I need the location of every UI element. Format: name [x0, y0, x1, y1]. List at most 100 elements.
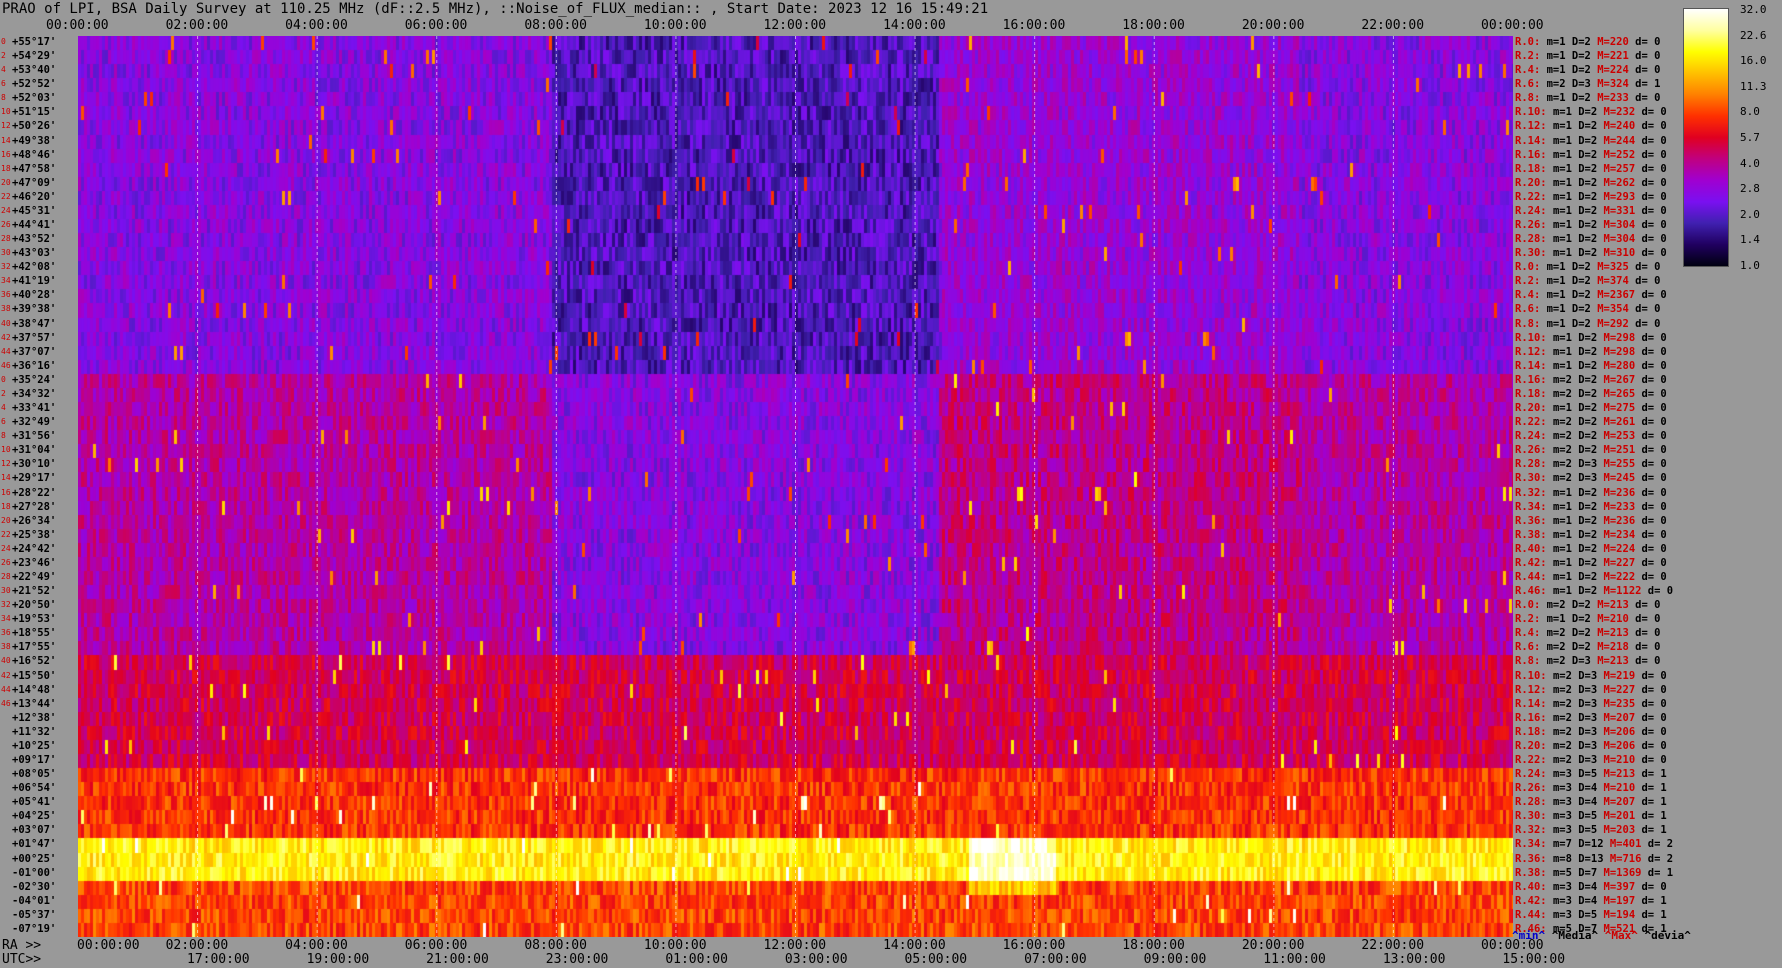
row-stat-part: M=244: [1603, 134, 1636, 147]
row-stat-part: R.18:: [1515, 725, 1553, 738]
row-stat-part: R.34:: [1515, 838, 1553, 851]
row-stat: R.8: m=1 D=2 M=292 d= 0: [1515, 317, 1660, 331]
row-index-label: 24: [1, 543, 11, 553]
declination-label: -04°01': [12, 894, 57, 907]
row-stat: R.38: m=5 D=7 M=1369 d= 1: [1515, 866, 1673, 880]
row-stat-part: M=401: [1609, 838, 1642, 851]
row-index-label: 2: [1, 388, 6, 398]
heatmap-plot: [78, 36, 1513, 937]
row-stat: R.16: m=2 D=2 M=267 d= 0: [1515, 373, 1667, 387]
declination-label: +34°32': [12, 387, 57, 400]
row-stat-part: d= 0: [1635, 148, 1667, 161]
row-stat-part: m=1: [1546, 303, 1572, 316]
row-stat-part: D=2: [1578, 204, 1604, 217]
row-stat: R.42: m=3 D=4 M=197 d= 1: [1515, 894, 1667, 908]
declination-label: +52°52': [12, 78, 57, 91]
row-stat-part: d= 0: [1635, 204, 1667, 217]
row-index-label: 34: [1, 276, 11, 286]
top-tick-label: 02:00:00: [165, 18, 229, 33]
row-stat-part: R.0:: [1515, 261, 1547, 274]
row-index-label: 46: [1, 698, 11, 708]
row-stat-part: d= 0: [1628, 655, 1661, 668]
row-stat-part: R.16:: [1515, 711, 1553, 724]
row-stat-part: M=232: [1603, 106, 1636, 119]
row-stat: R.22: m=1 D=2 M=293 d= 0: [1515, 190, 1667, 204]
row-stat-part: d= 0: [1635, 725, 1667, 738]
row-stat-part: D=2: [1578, 359, 1604, 372]
row-stat-part: m=2: [1552, 683, 1579, 696]
row-stat-part: R.12:: [1515, 683, 1553, 696]
top-tick-label: 20:00:00: [1241, 18, 1305, 33]
ra-tick-label: 00:00:00: [77, 938, 140, 953]
declination-label: +03°07': [12, 824, 57, 837]
colorbar-tick-label: 4.0: [1740, 156, 1760, 170]
row-stat-part: R.26:: [1515, 219, 1553, 232]
row-index-label: 42: [1, 332, 11, 342]
row-stat-part: R.20:: [1515, 176, 1553, 189]
row-stat-part: M=331: [1603, 204, 1636, 217]
row-stat: R.18: m=2 D=2 M=265 d= 0: [1515, 387, 1667, 401]
row-index-label: 4: [1, 403, 6, 413]
row-stat-part: M=207: [1603, 796, 1636, 809]
row-stat-part: d= 0: [1635, 430, 1667, 443]
row-stat: R.20: m=2 D=3 M=206 d= 0: [1515, 739, 1667, 753]
row-stat-part: m=1: [1546, 36, 1572, 48]
row-stat-part: m=1: [1546, 317, 1572, 330]
row-stat-part: M=252: [1603, 148, 1636, 161]
utc-tick-label: 09:00:00: [1143, 952, 1207, 967]
declination-label: +25°38': [12, 528, 57, 541]
row-stat-part: D=2: [1571, 317, 1598, 330]
row-stat: R.36: m=8 D=13 M=716 d= 2: [1515, 852, 1673, 866]
top-tick-label: 14:00:00: [883, 18, 946, 33]
row-stat-part: M=262: [1603, 176, 1636, 189]
row-stat-part: d= 0: [1635, 387, 1667, 400]
colorbar-tick-label: 2.0: [1740, 207, 1760, 221]
ra-prefix: RA >>: [2, 938, 42, 953]
row-stat-part: D=2: [1571, 36, 1598, 48]
row-stat-part: m=1: [1546, 261, 1572, 274]
row-stat-part: D=3: [1571, 78, 1598, 91]
row-stat-part: D=4: [1578, 894, 1604, 907]
row-index-label: 24: [1, 205, 11, 215]
row-stat-part: m=2: [1546, 627, 1572, 640]
row-stat-part: R.16:: [1515, 148, 1553, 161]
row-stat-part: D=3: [1578, 753, 1604, 766]
row-stat-part: d= 0: [1635, 472, 1667, 485]
row-stat: R.12: m=1 D=2 M=298 d= 0: [1515, 345, 1667, 359]
row-index-label: 14: [1, 473, 11, 483]
declination-label: +24°42': [12, 542, 57, 555]
row-stat-part: D=2: [1571, 599, 1598, 612]
row-stat-part: m=1: [1552, 219, 1579, 232]
declination-label: +49°38': [12, 134, 57, 147]
row-stat-part: R.24:: [1515, 430, 1553, 443]
row-stat: R.14: m=1 D=2 M=280 d= 0: [1515, 359, 1667, 373]
row-stat-part: R.42:: [1515, 894, 1553, 907]
row-stat-part: d= 0: [1635, 514, 1667, 527]
row-stat-part: D=2: [1578, 444, 1604, 457]
row-stat-part: D=5: [1578, 768, 1604, 781]
row-stat-part: D=2: [1571, 64, 1598, 77]
declination-label: +39°38': [12, 303, 57, 316]
row-stat-part: M=354: [1597, 303, 1629, 316]
row-stat-part: m=1: [1552, 134, 1579, 147]
row-stat: R.34: m=7 D=12 M=401 d= 2: [1515, 837, 1673, 851]
row-stat-part: D=2: [1571, 627, 1598, 640]
declination-label: +46°20': [12, 190, 57, 203]
row-stat-part: m=2: [1552, 444, 1579, 457]
row-stat-part: R.20:: [1515, 739, 1553, 752]
row-index-label: 6: [1, 79, 6, 89]
row-stat-part: d= 0: [1635, 570, 1667, 583]
row-index-label: 20: [1, 177, 11, 187]
row-stat-part: M=298: [1603, 331, 1636, 344]
row-stat: R.26: m=2 D=2 M=251 d= 0: [1515, 443, 1667, 457]
row-stat-part: R.22:: [1515, 416, 1553, 429]
row-stat-part: M=324: [1597, 78, 1629, 91]
declination-label: -07°19': [12, 922, 57, 935]
declination-label: +54°29': [12, 50, 57, 63]
row-stat-part: M=227: [1603, 556, 1636, 569]
row-stat-part: m=2: [1546, 599, 1572, 612]
row-index-label: 10: [1, 107, 11, 117]
row-stat-part: d= 0: [1628, 613, 1661, 626]
row-stat-part: R.0:: [1515, 36, 1547, 48]
declination-label: +30°10': [12, 458, 57, 471]
